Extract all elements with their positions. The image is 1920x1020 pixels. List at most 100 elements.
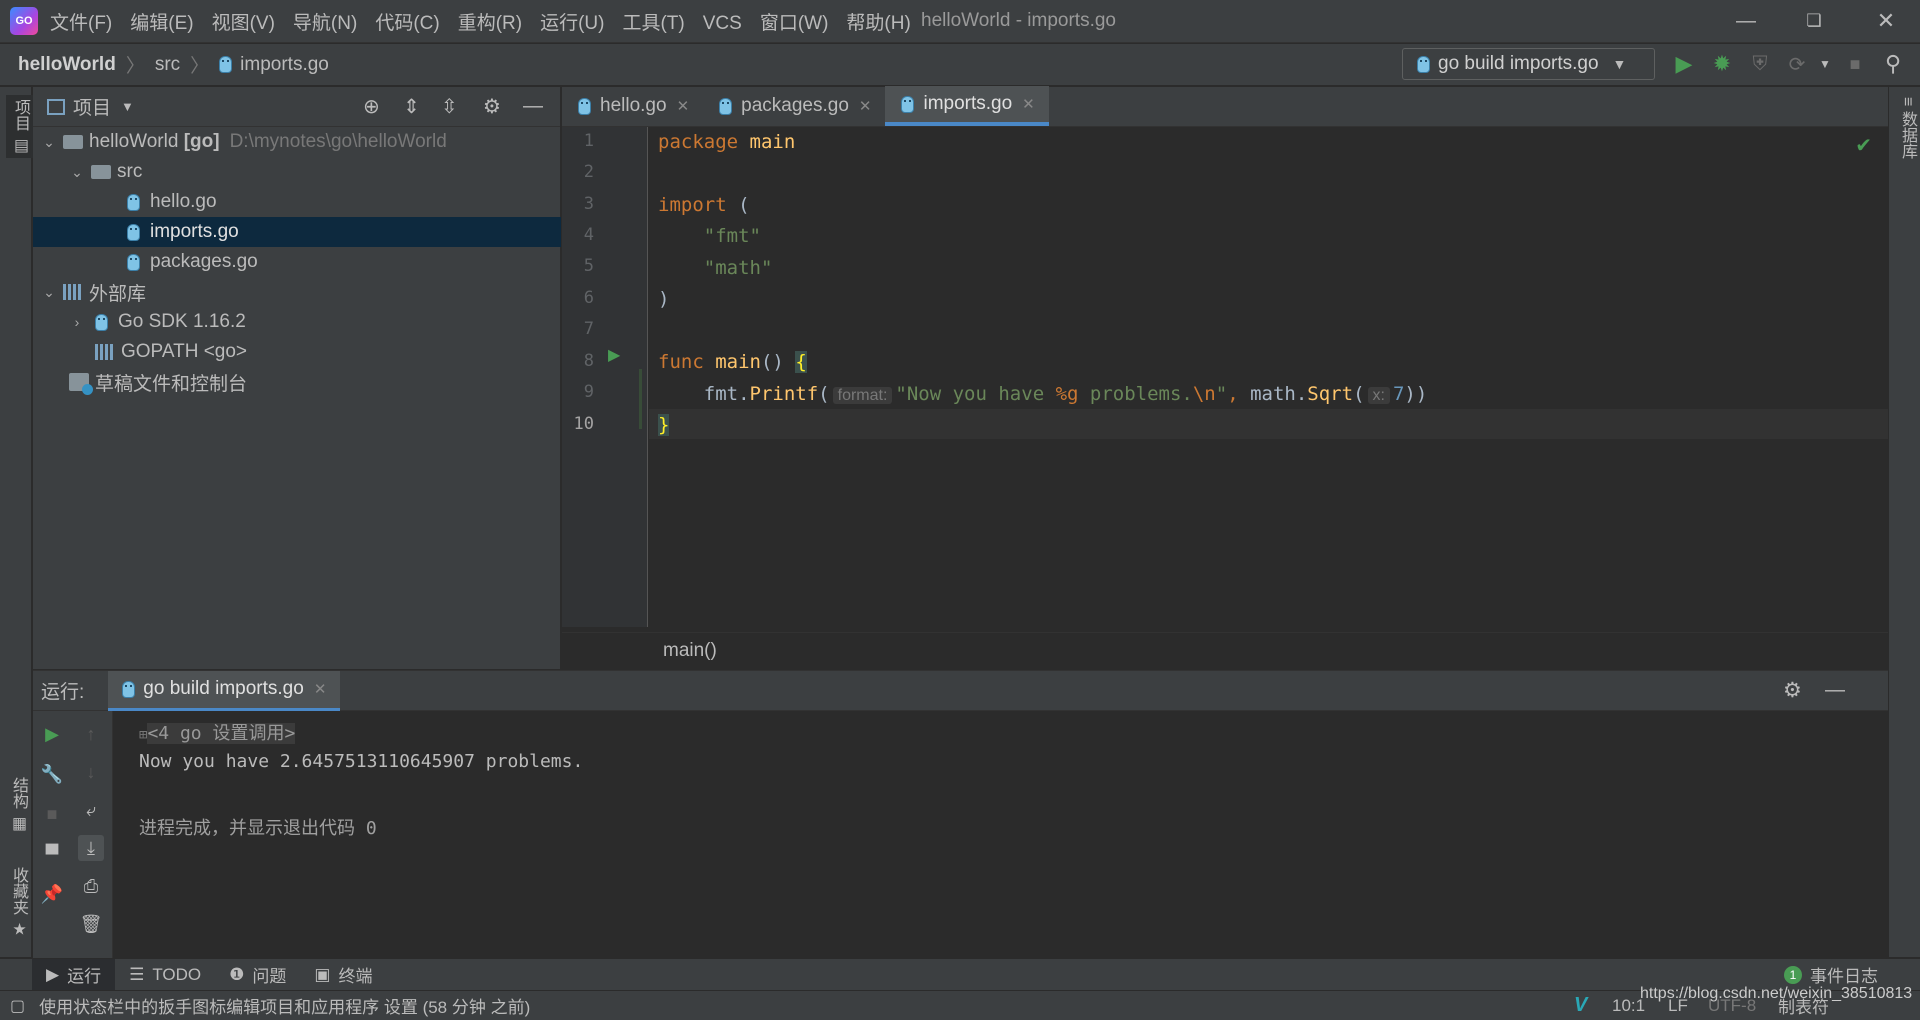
breadcrumb-project[interactable]: helloWorld	[18, 54, 116, 76]
tab-imports-go[interactable]: imports.go ✕	[885, 86, 1049, 126]
status-layout-icon[interactable]: ▢	[10, 996, 25, 1016]
tab-label: imports.go	[923, 93, 1013, 114]
tree-external-libraries[interactable]: ⌄ 外部库	[33, 277, 561, 307]
tab-problems[interactable]: ❶ 问题	[215, 959, 300, 991]
close-tab-icon[interactable]: ✕	[1022, 95, 1035, 113]
expand-all-icon[interactable]: ⇕	[403, 94, 420, 119]
menu-item[interactable]: 帮助(H)	[846, 13, 910, 34]
inspection-ok-icon[interactable]: ✔	[1855, 133, 1872, 158]
tree-file[interactable]: hello.go	[33, 187, 561, 217]
layout-icon[interactable]: ▀	[39, 841, 65, 867]
close-tab-icon[interactable]: ✕	[859, 97, 872, 115]
project-tool-button[interactable]: 项目 ▤	[6, 95, 34, 159]
folder-icon	[63, 135, 83, 149]
close-icon[interactable]: ✕	[1856, 6, 1916, 36]
favorites-tool-button[interactable]: 收藏夹 ★	[6, 867, 30, 938]
chevron-right-icon[interactable]: ›	[69, 314, 85, 330]
breadcrumb-file[interactable]: imports.go	[240, 54, 329, 76]
collapse-all-icon[interactable]: ⇳	[441, 94, 458, 119]
chevron-right-icon: 〉	[125, 56, 145, 77]
gear-icon[interactable]: ⚙	[483, 94, 501, 119]
menu-item[interactable]: 编辑(E)	[130, 13, 193, 34]
hide-panel-icon[interactable]: —	[523, 95, 543, 118]
function-breadcrumb[interactable]: main()	[663, 640, 717, 662]
tab-terminal[interactable]: ▣ 终端	[300, 959, 386, 991]
go-file-icon	[719, 97, 733, 115]
folder-icon	[91, 165, 111, 179]
chevron-down-icon[interactable]: ⌄	[41, 284, 57, 301]
go-file-icon	[578, 97, 591, 115]
run-icon[interactable]: ▶	[1671, 51, 1697, 77]
run-icon: ▶	[46, 964, 60, 984]
menu-item[interactable]: 代码(C)	[375, 13, 439, 34]
tree-gopath[interactable]: GOPATH <go>	[33, 337, 561, 367]
stop-icon[interactable]: ■	[39, 801, 65, 827]
print-icon[interactable]: ⎙	[78, 873, 104, 899]
menu-item[interactable]: VCS	[703, 13, 742, 34]
menu-item[interactable]: 重构(R)	[458, 13, 522, 34]
tree-root[interactable]: ⌄ helloWorld [go] D:\mynotes\go\helloWor…	[33, 127, 561, 157]
trash-icon[interactable]: 🗑	[78, 911, 104, 937]
run-tab[interactable]: go build imports.go ✕	[108, 670, 341, 711]
tree-folder-src[interactable]: ⌄ src	[33, 157, 561, 187]
tab-label: packages.go	[741, 95, 849, 116]
hide-panel-icon[interactable]: —	[1825, 679, 1845, 702]
code-line-8[interactable]: func main() {	[658, 351, 807, 373]
close-tab-icon[interactable]: ✕	[677, 97, 690, 115]
chevron-down-icon[interactable]: ⌄	[41, 134, 57, 151]
menu-item[interactable]: 运行(U)	[540, 13, 604, 34]
coverage-icon[interactable]: ⛨	[1747, 51, 1773, 77]
menu-item[interactable]: 视图(V)	[212, 13, 275, 34]
chevron-down-icon[interactable]: ⌄	[69, 164, 85, 181]
soft-wrap-icon[interactable]: ⤶	[78, 797, 104, 823]
chevron-down-icon[interactable]: ▼	[121, 99, 134, 114]
tab-hello-go[interactable]: hello.go ✕	[562, 86, 703, 126]
vim-icon[interactable]: V	[1574, 994, 1587, 1017]
menu-item[interactable]: 窗口(W)	[760, 13, 829, 34]
run-gutter-icon[interactable]: ▶	[608, 345, 620, 365]
scroll-to-end-icon[interactable]: ⤓	[78, 835, 104, 861]
tree-go-sdk[interactable]: › Go SDK 1.16.2	[33, 307, 561, 337]
close-tab-icon[interactable]: ✕	[314, 680, 327, 698]
menu-item[interactable]: 工具(T)	[622, 13, 684, 34]
database-tool-button[interactable]: ≡ 数据库	[1895, 97, 1919, 159]
more-chevron-icon[interactable]: ▼	[1812, 51, 1838, 77]
structure-tool-button[interactable]: 结构 ▦	[6, 777, 30, 832]
restore-icon[interactable]: ❏	[1784, 6, 1844, 36]
menu-item[interactable]: 文件(F)	[50, 13, 112, 34]
minimize-icon[interactable]: —	[1716, 6, 1776, 36]
breadcrumb-folder[interactable]: src	[155, 54, 180, 76]
wrench-icon[interactable]: 🔧	[39, 761, 65, 787]
run-configuration-select[interactable]: go build imports.go ▼	[1402, 48, 1655, 80]
locate-icon[interactable]: ⊕	[363, 94, 380, 119]
tab-packages-go[interactable]: packages.go ✕	[703, 86, 885, 126]
status-message[interactable]: 使用状态栏中的扳手图标编辑项目和应用程序 设置 (58 分钟 之前)	[39, 993, 530, 1018]
profile-icon[interactable]: ⟳	[1784, 51, 1810, 77]
code-line-10[interactable]: }	[658, 414, 670, 436]
debug-icon[interactable]: ✹	[1709, 51, 1735, 77]
tab-run[interactable]: ▶ 运行	[32, 958, 116, 991]
code-line-6[interactable]: )	[658, 288, 669, 310]
project-tree: ⌄ helloWorld [go] D:\mynotes\go\helloWor…	[33, 127, 561, 397]
search-icon[interactable]: ⚲	[1880, 51, 1906, 77]
tree-file[interactable]: packages.go	[33, 247, 561, 277]
code-line-9[interactable]: fmt.Printf(format: "Now you have %g probl…	[658, 383, 1428, 405]
pin-icon[interactable]: 📌	[39, 881, 65, 907]
code-line-3[interactable]: import (	[658, 194, 750, 216]
arrow-down-icon[interactable]: ↓	[78, 759, 104, 785]
rerun-icon[interactable]: ▶	[39, 721, 65, 747]
code-line-4[interactable]: "fmt"	[658, 225, 761, 247]
left-tool-strip: 项目 ▤ 结构 ▦ 收藏夹 ★	[0, 87, 34, 957]
code-line-5[interactable]: "math"	[658, 257, 773, 279]
arrow-up-icon[interactable]: ↑	[78, 721, 104, 747]
stop-icon[interactable]: ■	[1842, 51, 1868, 77]
tree-scratches[interactable]: 草稿文件和控制台	[33, 367, 561, 397]
menu-item[interactable]: 导航(N)	[293, 13, 357, 34]
tree-file-selected[interactable]: imports.go	[33, 217, 561, 247]
line-number: 7	[583, 319, 594, 339]
project-panel-title[interactable]: 项目	[73, 93, 111, 120]
code-line-1[interactable]: package main	[658, 131, 795, 153]
gear-icon[interactable]: ⚙	[1783, 678, 1802, 703]
tab-todo[interactable]: ☰ TODO	[115, 959, 215, 991]
app-logo-icon: GO	[10, 7, 38, 35]
